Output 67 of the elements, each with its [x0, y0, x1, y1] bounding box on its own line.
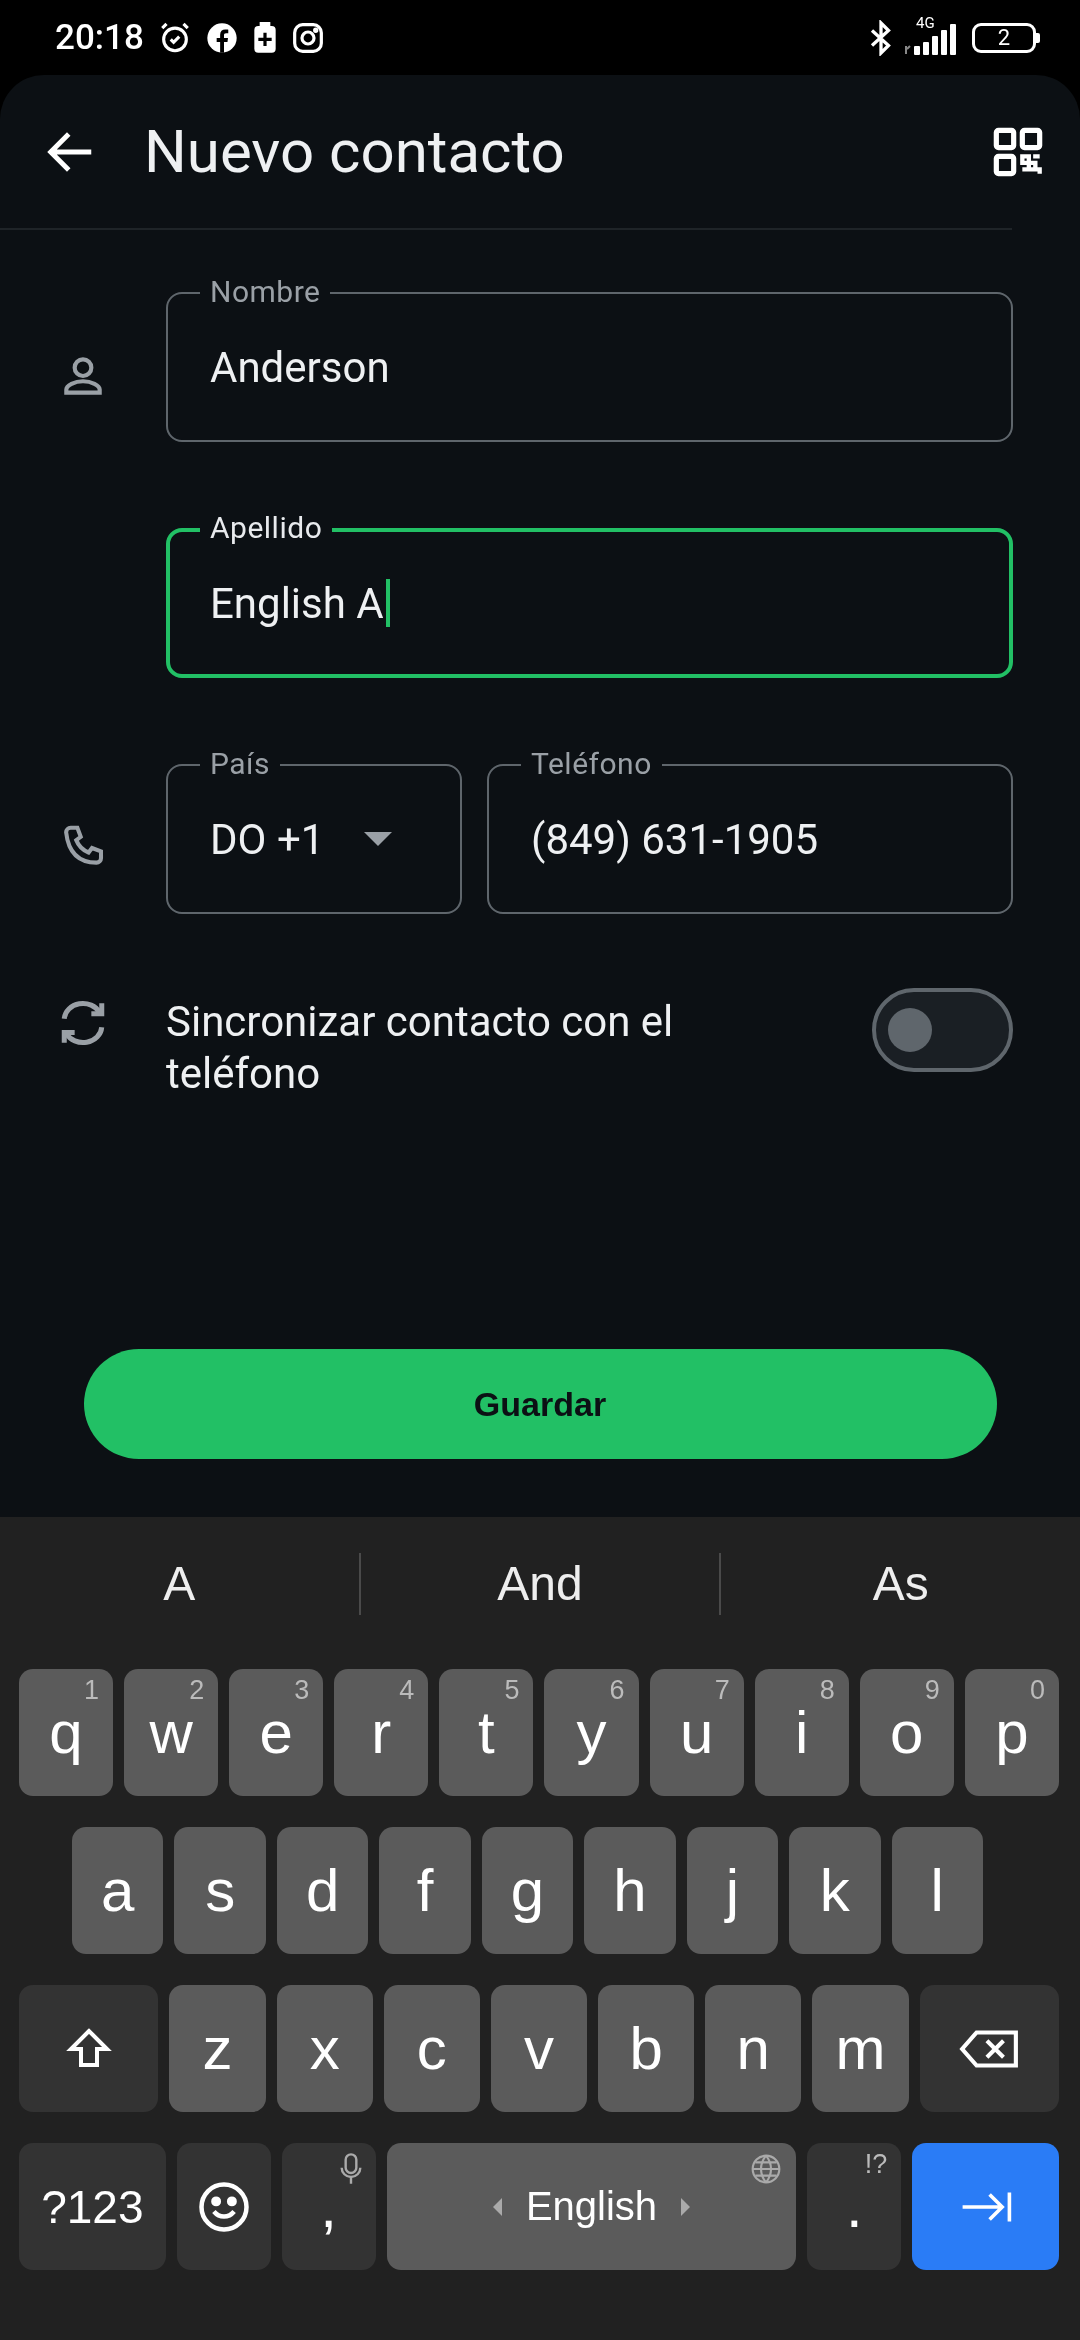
letter-key[interactable]: b	[598, 1985, 695, 2112]
suggestion-chip[interactable]: And	[360, 1517, 720, 1650]
letter-key[interactable]: f	[379, 1827, 471, 1954]
letter-key[interactable]: l	[891, 1827, 983, 1954]
key-hint: 7	[714, 1675, 730, 1706]
key-hint: !?	[864, 2149, 888, 2180]
text-field[interactable]: Nombre Anderson	[166, 274, 1013, 442]
letter-key[interactable]: e 3	[229, 1669, 324, 1796]
suggestion-chip[interactable]: A	[0, 1517, 359, 1650]
battery-indicator: 2	[972, 22, 1040, 53]
letter-key[interactable]: j	[686, 1827, 779, 1954]
letter-key[interactable]: y 6	[544, 1669, 639, 1796]
screen-title: Nuevo contacto	[144, 116, 565, 187]
letter-key[interactable]: t 5	[439, 1669, 534, 1796]
key-hint: 5	[504, 1675, 520, 1706]
sync-label: Sincronizar contacto con el teléfono	[166, 996, 675, 1100]
microphone-icon	[339, 2153, 362, 2185]
shift-key[interactable]	[19, 1985, 159, 2112]
letter-key[interactable]: c	[383, 1985, 480, 2112]
symbols-key[interactable]: ?123	[19, 2143, 166, 2270]
letter-key[interactable]: p 0	[964, 1669, 1059, 1796]
bluetooth-icon	[868, 19, 894, 56]
letter-key[interactable]: n	[705, 1985, 802, 2112]
key-hint: 1	[84, 1675, 100, 1706]
letter-key[interactable]: h	[584, 1827, 676, 1954]
save-button[interactable]: Guardar	[83, 1349, 997, 1459]
space-bar[interactable]: English	[386, 2143, 797, 2270]
network-label: 4G	[916, 13, 935, 32]
caret-icon	[364, 832, 393, 846]
key-hint: 2	[189, 1675, 205, 1706]
key-hint: 0	[1029, 1675, 1045, 1706]
key-hint: 6	[609, 1675, 625, 1706]
letter-key[interactable]: r 4	[334, 1669, 429, 1796]
letter-key[interactable]: v	[490, 1985, 588, 2112]
camera-icon	[291, 21, 324, 54]
phone-field[interactable]: Teléfono (849) 631-1905	[487, 746, 1013, 914]
battery-plus-icon	[251, 21, 278, 54]
f-circle-icon	[205, 21, 238, 54]
letter-key[interactable]: g	[481, 1827, 574, 1954]
backspace-key[interactable]	[919, 1985, 1059, 2112]
key-hint: 9	[924, 1675, 940, 1706]
letter-key[interactable]: w 2	[124, 1669, 219, 1796]
letter-key[interactable]: s	[174, 1827, 266, 1954]
globe-icon	[750, 2153, 783, 2185]
letter-key[interactable]: o 9	[859, 1669, 954, 1796]
letter-key[interactable]: u 7	[649, 1669, 744, 1796]
right-arrow-icon	[681, 2197, 691, 2216]
letter-key[interactable]: x	[276, 1985, 373, 2112]
comma-key[interactable]: ,	[281, 2143, 376, 2270]
letter-key[interactable]: a	[72, 1827, 164, 1954]
letter-key[interactable]: m	[812, 1985, 909, 2112]
letter-key[interactable]: q 1	[19, 1669, 114, 1796]
left-arrow-icon	[492, 2197, 502, 2216]
letter-key[interactable]: k	[789, 1827, 881, 1954]
text-field[interactable]: Apellido English A	[166, 510, 1013, 678]
letter-key[interactable]: z	[169, 1985, 266, 2112]
emoji-icon	[196, 2179, 251, 2234]
letter-key[interactable]: d	[276, 1827, 369, 1954]
clock-time: 20:18	[55, 17, 144, 58]
key-hint: 3	[294, 1675, 310, 1706]
letter-key[interactable]: i 8	[754, 1669, 849, 1796]
suggestion-chip[interactable]: As	[721, 1517, 1080, 1650]
country-dropdown[interactable]: País DO +1	[166, 746, 462, 914]
period-key[interactable]: . !?	[807, 2143, 902, 2270]
emoji-key[interactable]	[176, 2143, 271, 2270]
key-hint: 4	[399, 1675, 415, 1706]
key-hint: 8	[819, 1675, 835, 1706]
